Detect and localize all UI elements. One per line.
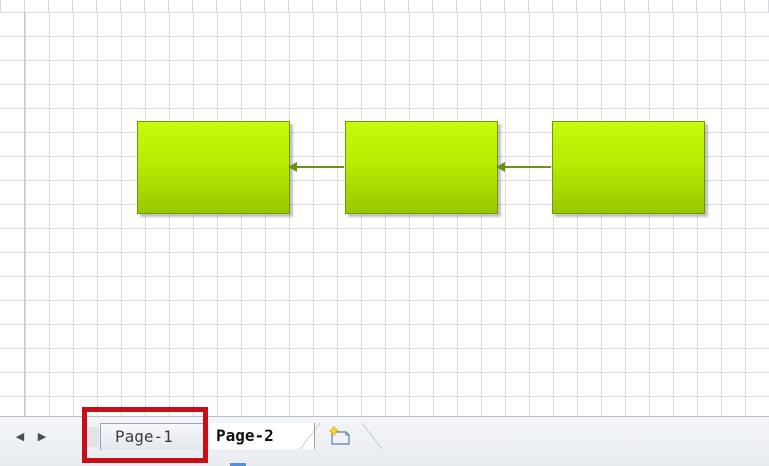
page-tab-bar: ◀ ▶ Page-1 Page-2 — [0, 416, 769, 466]
drawing-window: ◀ ▶ Page-1 Page-2 — [0, 0, 769, 466]
tab-divider — [300, 423, 320, 449]
connector-arrow-2[interactable] — [496, 162, 551, 172]
insert-page-button[interactable] — [320, 423, 382, 449]
left-grid-margin — [0, 12, 24, 416]
tab-page-2-label: Page-2 — [216, 426, 274, 445]
arrowhead-icon — [496, 162, 505, 172]
connector-arrow-1[interactable] — [288, 162, 344, 172]
tab-scroll-stub — [86, 427, 99, 447]
process-shape-3[interactable] — [552, 121, 705, 214]
top-grid-margin — [0, 0, 769, 12]
drawing-canvas[interactable] — [24, 12, 769, 416]
process-shape-2[interactable] — [345, 121, 498, 214]
process-shape-1[interactable] — [137, 121, 290, 214]
tab-page-1[interactable]: Page-1 — [100, 423, 206, 450]
arrowhead-icon — [288, 162, 297, 172]
insert-page-icon — [329, 426, 350, 445]
previous-page-icon[interactable]: ◀ — [12, 429, 28, 445]
next-page-icon[interactable]: ▶ — [34, 429, 50, 445]
tab-page-1-label: Page-1 — [115, 427, 173, 446]
